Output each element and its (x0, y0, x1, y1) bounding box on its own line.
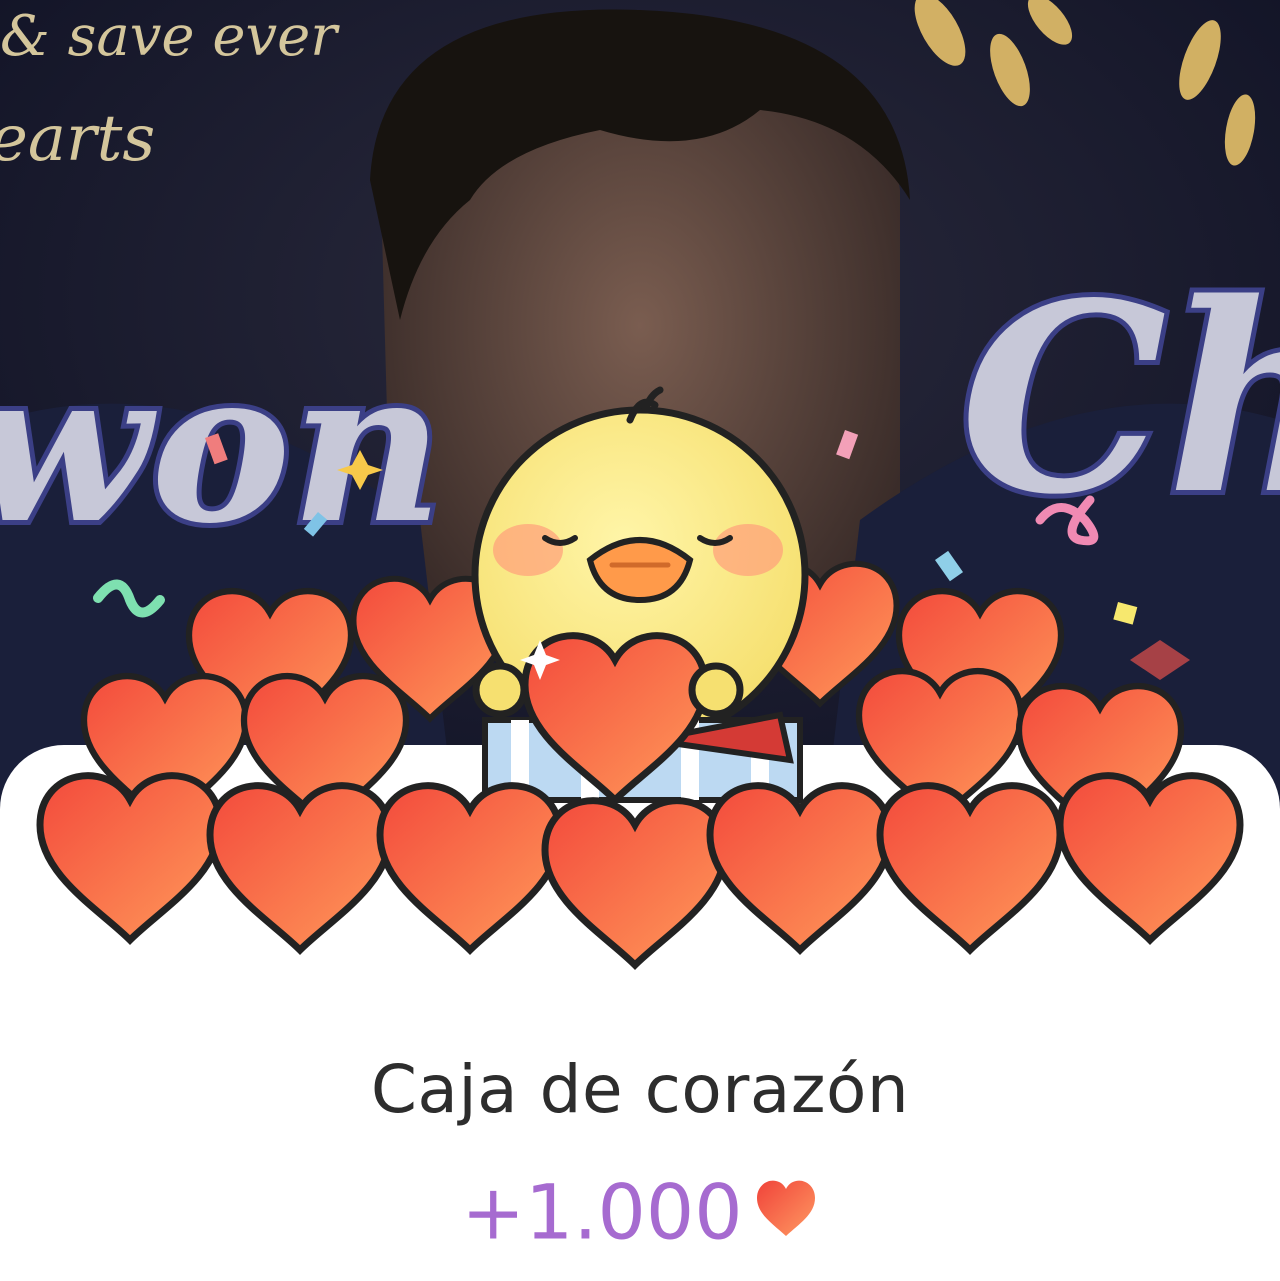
svg-text:& save ever: & save ever (0, 4, 340, 69)
gift-title: Caja de corazón (370, 1051, 910, 1128)
svg-text:earts: earts (0, 102, 155, 176)
gift-amount: +1.000 (0, 1168, 1280, 1257)
heart-icon (753, 1176, 819, 1242)
amount-value: +1.000 (461, 1167, 743, 1257)
background-photo: & save ever earts won Cho (0, 0, 1280, 860)
svg-text:Cho: Cho (960, 247, 1280, 552)
